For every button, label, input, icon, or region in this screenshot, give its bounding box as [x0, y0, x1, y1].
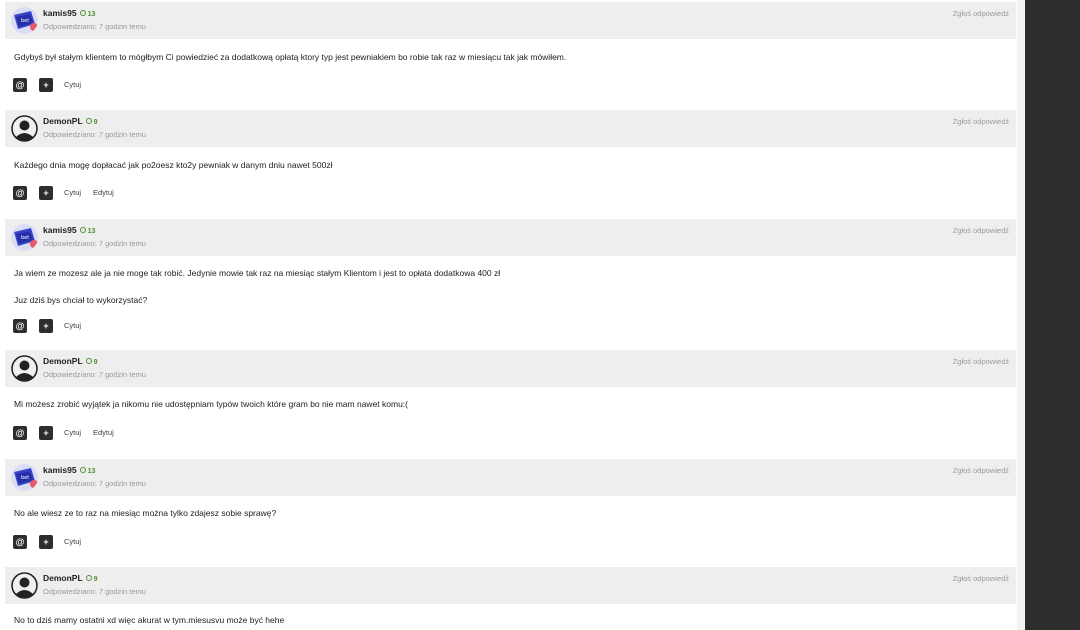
avatar[interactable]: [11, 572, 38, 599]
post: bet kamis95 13 Odpowiedziano: 7 godzin te…: [5, 219, 1016, 349]
post-body: Każdego dnia mogę dopłacać jak po2oesz k…: [5, 147, 1016, 216]
edit-link[interactable]: Edytuj: [93, 188, 114, 197]
forum-thread: bet kamis95 13 Odpowiedziano: 7 godzin te…: [0, 0, 1025, 630]
reputation-count: 13: [87, 468, 96, 475]
reputation-count: 9: [93, 359, 98, 366]
author-name-text[interactable]: kamis95: [43, 225, 77, 235]
post-header: DemonPL 9 Odpowiedziano: 7 godzin temu Zg…: [5, 350, 1016, 387]
post: bet kamis95 13 Odpowiedziano: 7 godzin te…: [5, 2, 1016, 108]
edit-link[interactable]: Edytuj: [93, 428, 114, 437]
reputation-count: 13: [87, 228, 96, 235]
avatar[interactable]: [11, 355, 38, 382]
author-name-text[interactable]: DemonPL: [43, 573, 83, 583]
post-text-line: No ale wiesz ze to raz na miesiąc można …: [14, 508, 277, 518]
post-body: Ja wiem ze mozesz ale ja nie moge tak ro…: [5, 256, 1016, 349]
report-link[interactable]: Zgłoś odpowiedź: [953, 117, 1009, 126]
report-link[interactable]: Zgłoś odpowiedź: [953, 574, 1009, 583]
svg-text:bet: bet: [21, 235, 29, 241]
plus-button[interactable]: +: [39, 535, 53, 549]
author-name-text[interactable]: kamis95: [43, 465, 77, 475]
author-name[interactable]: DemonPL 9: [43, 116, 98, 126]
post-text-line: Mi możesz zrobić wyjątek ja nikomu nie u…: [14, 399, 408, 409]
plus-button[interactable]: +: [39, 186, 53, 200]
plus-button[interactable]: +: [39, 319, 53, 333]
author-name[interactable]: DemonPL 9: [43, 573, 98, 583]
quote-link[interactable]: Cytuj: [64, 428, 81, 437]
mention-button[interactable]: @: [13, 535, 27, 549]
post-header: DemonPL 9 Odpowiedziano: 7 godzin temu Zg…: [5, 110, 1016, 147]
post-date: Odpowiedziano: 7 godzin temu: [43, 22, 146, 31]
post-date: Odpowiedziano: 7 godzin temu: [43, 370, 146, 379]
quote-link[interactable]: Cytuj: [64, 80, 81, 89]
post-header: bet kamis95 13 Odpowiedziano: 7 godzin te…: [5, 219, 1016, 256]
reputation-icon: [85, 117, 92, 124]
post-header: bet kamis95 13 Odpowiedziano: 7 godzin te…: [5, 2, 1016, 39]
svg-text:bet: bet: [21, 475, 29, 481]
post-text-line: Każdego dnia mogę dopłacać jak po2oesz k…: [14, 160, 333, 170]
post-body: Gdybyś był stałym klientem to mógłbym Ci…: [5, 39, 1016, 108]
post: DemonPL 9 Odpowiedziano: 7 godzin temu Zg…: [5, 567, 1016, 630]
post-text-line: Juz dziś bys chciał to wykorzystać?: [14, 295, 148, 305]
post-body: Mi możesz zrobić wyjątek ja nikomu nie u…: [5, 387, 1016, 456]
svg-text:bet: bet: [21, 18, 29, 24]
quote-link[interactable]: Cytuj: [64, 188, 81, 197]
author-name-text[interactable]: DemonPL: [43, 116, 83, 126]
avatar[interactable]: bet: [11, 464, 38, 491]
avatar[interactable]: bet: [11, 224, 38, 251]
author-name[interactable]: kamis95 13: [43, 225, 95, 235]
reputation-count: 9: [93, 119, 98, 126]
mention-button[interactable]: @: [13, 186, 27, 200]
reputation-count: 13: [87, 11, 96, 18]
post-date: Odpowiedziano: 7 godzin temu: [43, 130, 146, 139]
avatar[interactable]: [11, 115, 38, 142]
mention-button[interactable]: @: [13, 319, 27, 333]
post-date: Odpowiedziano: 7 godzin temu: [43, 587, 146, 596]
reputation-icon: [79, 226, 86, 233]
quote-link[interactable]: Cytuj: [64, 321, 81, 330]
post-body: No to dziś mamy ostatni xd więc akurat w…: [5, 604, 1016, 630]
report-link[interactable]: Zgłoś odpowiedź: [953, 466, 1009, 475]
reputation-icon: [85, 574, 92, 581]
post: DemonPL 9 Odpowiedziano: 7 godzin temu Zg…: [5, 350, 1016, 456]
post-text-line: Gdybyś był stałym klientem to mógłbym Ci…: [14, 52, 567, 62]
post-header: bet kamis95 13 Odpowiedziano: 7 godzin te…: [5, 459, 1016, 496]
author-name-text[interactable]: kamis95: [43, 8, 77, 18]
post-text-line: Ja wiem ze mozesz ale ja nie moge tak ro…: [14, 268, 501, 278]
plus-button[interactable]: +: [39, 78, 53, 92]
author-name-text[interactable]: DemonPL: [43, 356, 83, 366]
avatar[interactable]: bet: [11, 7, 38, 34]
author-name[interactable]: DemonPL 9: [43, 356, 98, 366]
reputation-icon: [79, 9, 86, 16]
post-text-line: No to dziś mamy ostatni xd więc akurat w…: [14, 615, 285, 625]
author-name[interactable]: kamis95 13: [43, 8, 95, 18]
plus-button[interactable]: +: [39, 426, 53, 440]
post-body: No ale wiesz ze to raz na miesiąc można …: [5, 496, 1016, 565]
mention-button[interactable]: @: [13, 426, 27, 440]
reputation-count: 9: [93, 576, 98, 583]
mention-button[interactable]: @: [13, 78, 27, 92]
reputation-icon: [85, 357, 92, 364]
report-link[interactable]: Zgłoś odpowiedź: [953, 357, 1009, 366]
post: bet kamis95 13 Odpowiedziano: 7 godzin te…: [5, 459, 1016, 565]
post: DemonPL 9 Odpowiedziano: 7 godzin temu Zg…: [5, 110, 1016, 216]
post-date: Odpowiedziano: 7 godzin temu: [43, 239, 146, 248]
report-link[interactable]: Zgłoś odpowiedź: [953, 226, 1009, 235]
scrollbar-track[interactable]: [1017, 0, 1025, 630]
quote-link[interactable]: Cytuj: [64, 537, 81, 546]
report-link[interactable]: Zgłoś odpowiedź: [953, 9, 1009, 18]
reputation-icon: [79, 466, 86, 473]
side-panel: [1025, 0, 1080, 630]
post-date: Odpowiedziano: 7 godzin temu: [43, 479, 146, 488]
author-name[interactable]: kamis95 13: [43, 465, 95, 475]
post-header: DemonPL 9 Odpowiedziano: 7 godzin temu Zg…: [5, 567, 1016, 604]
